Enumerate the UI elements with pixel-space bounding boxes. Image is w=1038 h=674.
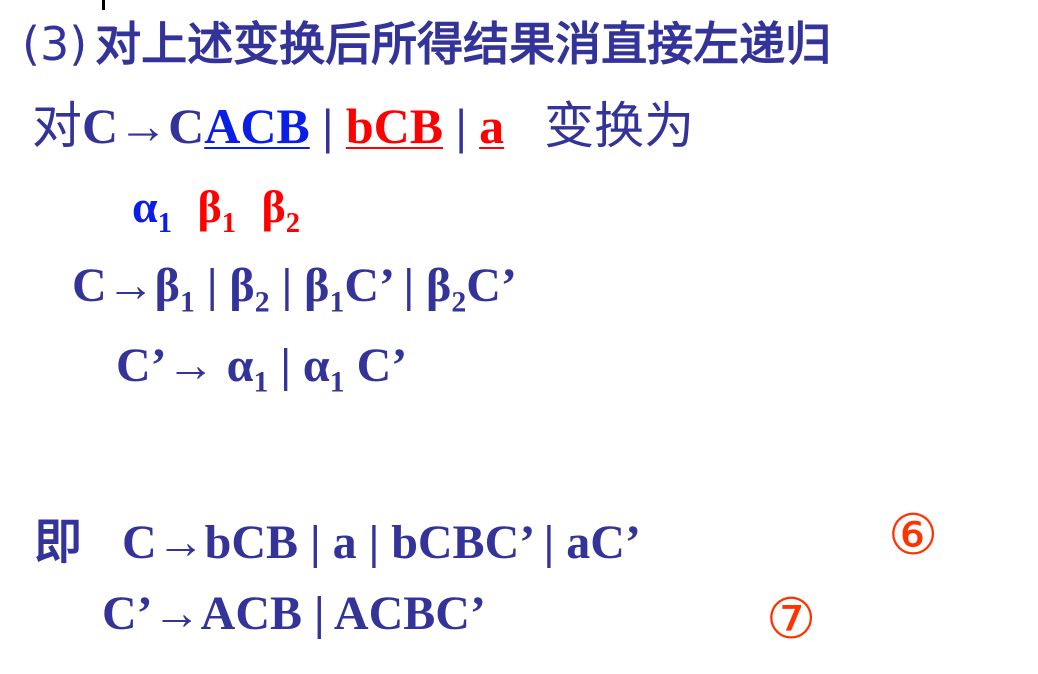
result-line-1: 即 C→bCB | a | bCBC’ | aC’: [34, 502, 641, 572]
greek-labels: α1 β1 β2: [132, 180, 300, 239]
rule-beta1: bCB: [345, 98, 444, 154]
t1-head: C→: [72, 259, 155, 312]
result-text-1: C→bCB | a | bCBC’ | aC’: [122, 516, 641, 569]
result-text-2: C’→ACB | ACBC’: [102, 587, 486, 640]
rule-alpha1: ACB: [204, 98, 310, 154]
marker-six: ⑥: [888, 503, 939, 568]
rule-beta2: a: [479, 98, 505, 154]
marker-seven: ⑦: [766, 587, 817, 652]
label-beta2: β2: [261, 181, 300, 239]
rule-sep1: |: [309, 98, 346, 154]
label-beta1: β1: [197, 181, 236, 239]
title-number: (3): [22, 17, 88, 71]
rule-suffix: 变换为: [544, 97, 695, 155]
title-text: 对上述变换后所得结果消直接左递归: [95, 17, 832, 71]
rule-line: 对C→CACB | bCB | a 变换为: [32, 86, 694, 158]
label-alpha1: α1: [132, 181, 172, 239]
rule-prefix: 对: [32, 97, 82, 155]
title-line: (3) 对上述变换后所得结果消直接左递归: [22, 8, 831, 74]
result-line-2: C’→ACB | ACBC’: [102, 586, 486, 641]
rule-sep2: |: [443, 98, 480, 154]
t2-head: C’→: [116, 339, 227, 392]
transform-line-2: C’→ α1 | α1 C’: [116, 339, 408, 399]
transform-line-1: C→β1 | β2 | β1C’ | β2C’: [72, 259, 517, 319]
result-prefix: 即: [34, 514, 83, 570]
rule-lhs: C→C: [82, 98, 205, 154]
